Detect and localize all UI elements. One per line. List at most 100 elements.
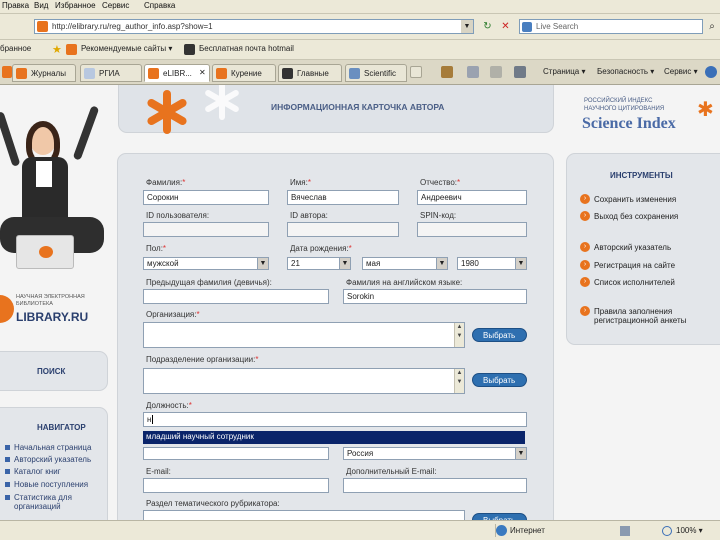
tab-ie-icon [216,68,227,79]
nav-book-catalog[interactable]: Каталог книг [5,467,61,476]
gender-select[interactable]: мужской ▼ [143,257,269,270]
refresh-icon[interactable]: ↻ [481,20,494,33]
eng-surname-field[interactable]: Sorokin [343,289,527,304]
dob-month-select[interactable]: мая ▼ [362,257,448,270]
organization-label: Организация:* [146,310,200,319]
tab-list-icon[interactable] [2,66,12,78]
rubric-label: Раздел тематического рубрикатора: [146,499,280,508]
tab-elibrary-icon [148,68,159,79]
search-placeholder: Live Search [536,22,579,31]
tab-smoking[interactable]: Курение [212,64,276,82]
dob-day-select[interactable]: 21 ▼ [287,257,351,270]
menu-view[interactable]: Вид [34,1,48,10]
tab-page-icon [282,68,293,79]
country-select[interactable]: Россия ▼ [343,447,527,460]
mail-icon[interactable] [490,66,502,78]
prev-surname-label: Предыдущая фамилия (девичья): [146,278,272,287]
arrow-right-icon: › [580,277,590,287]
autocomplete-suggestion[interactable]: младший научный сотрудник [143,431,525,444]
form-rules-link[interactable]: › Правила заполнения регистрационной анке… [580,306,698,325]
science-index-logo: РОССИЙСКИЙ ИНДЕКС НАУЧНОГО ЦИТИРОВАНИЯ S… [582,98,714,132]
exit-without-saving-link[interactable]: › Выход без сохранения [580,211,678,221]
protected-mode-icon [620,526,630,536]
asterisk-icon: ✱ [697,99,714,121]
spin-code-label: SPIN-код: [420,211,457,220]
prev-surname-field[interactable] [143,289,329,304]
search-input[interactable]: Live Search [519,19,703,34]
department-field[interactable]: ▲ ▼ [143,368,465,394]
favorites-label[interactable]: бранное [0,44,31,53]
email2-label: Дополнительный E-mail: [346,467,437,476]
chevron-down-icon: ▼ [515,448,526,459]
surname-field[interactable]: Сорокин [143,190,269,205]
author-id-label: ID автора: [290,211,328,220]
tab-main[interactable]: Главные [278,64,342,82]
fav-hotmail[interactable]: Бесплатная почта hotmail [199,44,294,53]
print-icon[interactable] [514,66,526,78]
author-index-link[interactable]: › Авторский указатель [580,242,671,252]
rubric-field[interactable] [143,510,465,520]
position-field[interactable]: н [143,412,527,427]
menu-help[interactable]: Справка [144,1,175,10]
menu-favorites[interactable]: Избранное [55,1,96,10]
choose-organization-button[interactable]: Выбрать [472,328,527,342]
stop-icon[interactable]: ✕ [499,20,512,33]
choose-rubric-button[interactable]: Выбрать [472,513,527,520]
chevron-down-icon: ▼ [436,258,447,269]
help-icon[interactable] [705,66,717,78]
eng-surname-label: Фамилия на английском языке: [346,278,463,287]
organization-field[interactable]: ▲ ▼ [143,322,465,348]
position-extra-field[interactable] [143,447,329,460]
user-id-field [143,222,269,237]
tab-scientific[interactable]: Scientific [345,64,407,82]
site-registration-link[interactable]: › Регистрация на сайте [580,260,675,270]
address-bar-row: http://elibrary.ru/reg_author_info.asp?s… [0,14,720,40]
nav-author-index[interactable]: Авторский указатель [4,455,91,464]
address-field[interactable]: http://elibrary.ru/reg_author_info.asp?s… [34,19,474,34]
new-tab-icon[interactable] [410,66,422,78]
tools-heading: ИНСТРУМЕНТЫ [610,171,673,180]
feeds-icon[interactable] [467,66,479,78]
email2-field[interactable] [343,478,527,493]
nav-new-arrivals[interactable]: Новые поступления [4,480,88,489]
page-content: НАУЧНАЯ ЭЛЕКТРОННАЯ БИБЛИОТЕКА LIBRARY.R… [0,85,720,520]
name-field[interactable]: Вячеслав [287,190,399,205]
tab-rgia[interactable]: РГИА [80,64,142,82]
page-menu[interactable]: Страница ▾ [543,67,586,76]
menu-edit[interactable]: Правка [2,1,29,10]
search-panel[interactable]: ПОИСК [0,351,108,391]
choose-department-button[interactable]: Выбрать [472,373,527,387]
zoom-level[interactable]: 100% ▾ [676,526,703,535]
nav-org-statistics[interactable]: Статистика для организаций [5,493,104,511]
home-icon[interactable] [441,66,453,78]
tools-menu[interactable]: Сервис ▾ [664,67,698,76]
arrow-right-icon: › [580,242,590,252]
gender-label: Пол:* [146,244,167,253]
tab-journals[interactable]: Журналы [12,64,76,82]
arrow-right-icon: › [580,306,590,316]
safety-menu[interactable]: Безопасность ▾ [597,67,654,76]
save-changes-link[interactable]: › Сохранить изменения [580,194,676,204]
fav-recommended-sites[interactable]: Рекомендуемые сайты ▾ [81,44,172,53]
tab-elibrary[interactable]: eLIBR... ✕ [144,64,210,82]
department-label: Подразделение организации:* [146,355,259,364]
internet-zone-icon [496,525,507,536]
scrollbar[interactable]: ▲ ▼ [454,323,464,347]
name-label: Имя:* [290,178,311,187]
tab-close-icon[interactable]: ✕ [199,68,206,77]
search-go-icon[interactable]: ⌕ [706,19,718,34]
page-title: ИНФОРМАЦИОННАЯ КАРТОЧКА АВТОРА [271,102,445,112]
address-dropdown-icon[interactable]: ▼ [461,20,473,33]
scrollbar[interactable]: ▲ ▼ [454,369,464,393]
zoom-icon[interactable] [662,526,672,536]
executors-list-link[interactable]: › Список исполнителей [580,277,675,287]
patronymic-field[interactable]: Андреевич [417,190,527,205]
email-field[interactable] [143,478,329,493]
dob-year-select[interactable]: 1980 ▼ [457,257,527,270]
nav-home[interactable]: Начальная страница [4,443,91,452]
search-heading: ПОИСК [37,367,66,376]
woman-laptop-illustration [0,85,110,275]
menu-tools[interactable]: Сервис [102,1,129,10]
position-label: Должность:* [146,401,192,410]
favorites-star-icon[interactable]: ★ [52,43,62,56]
